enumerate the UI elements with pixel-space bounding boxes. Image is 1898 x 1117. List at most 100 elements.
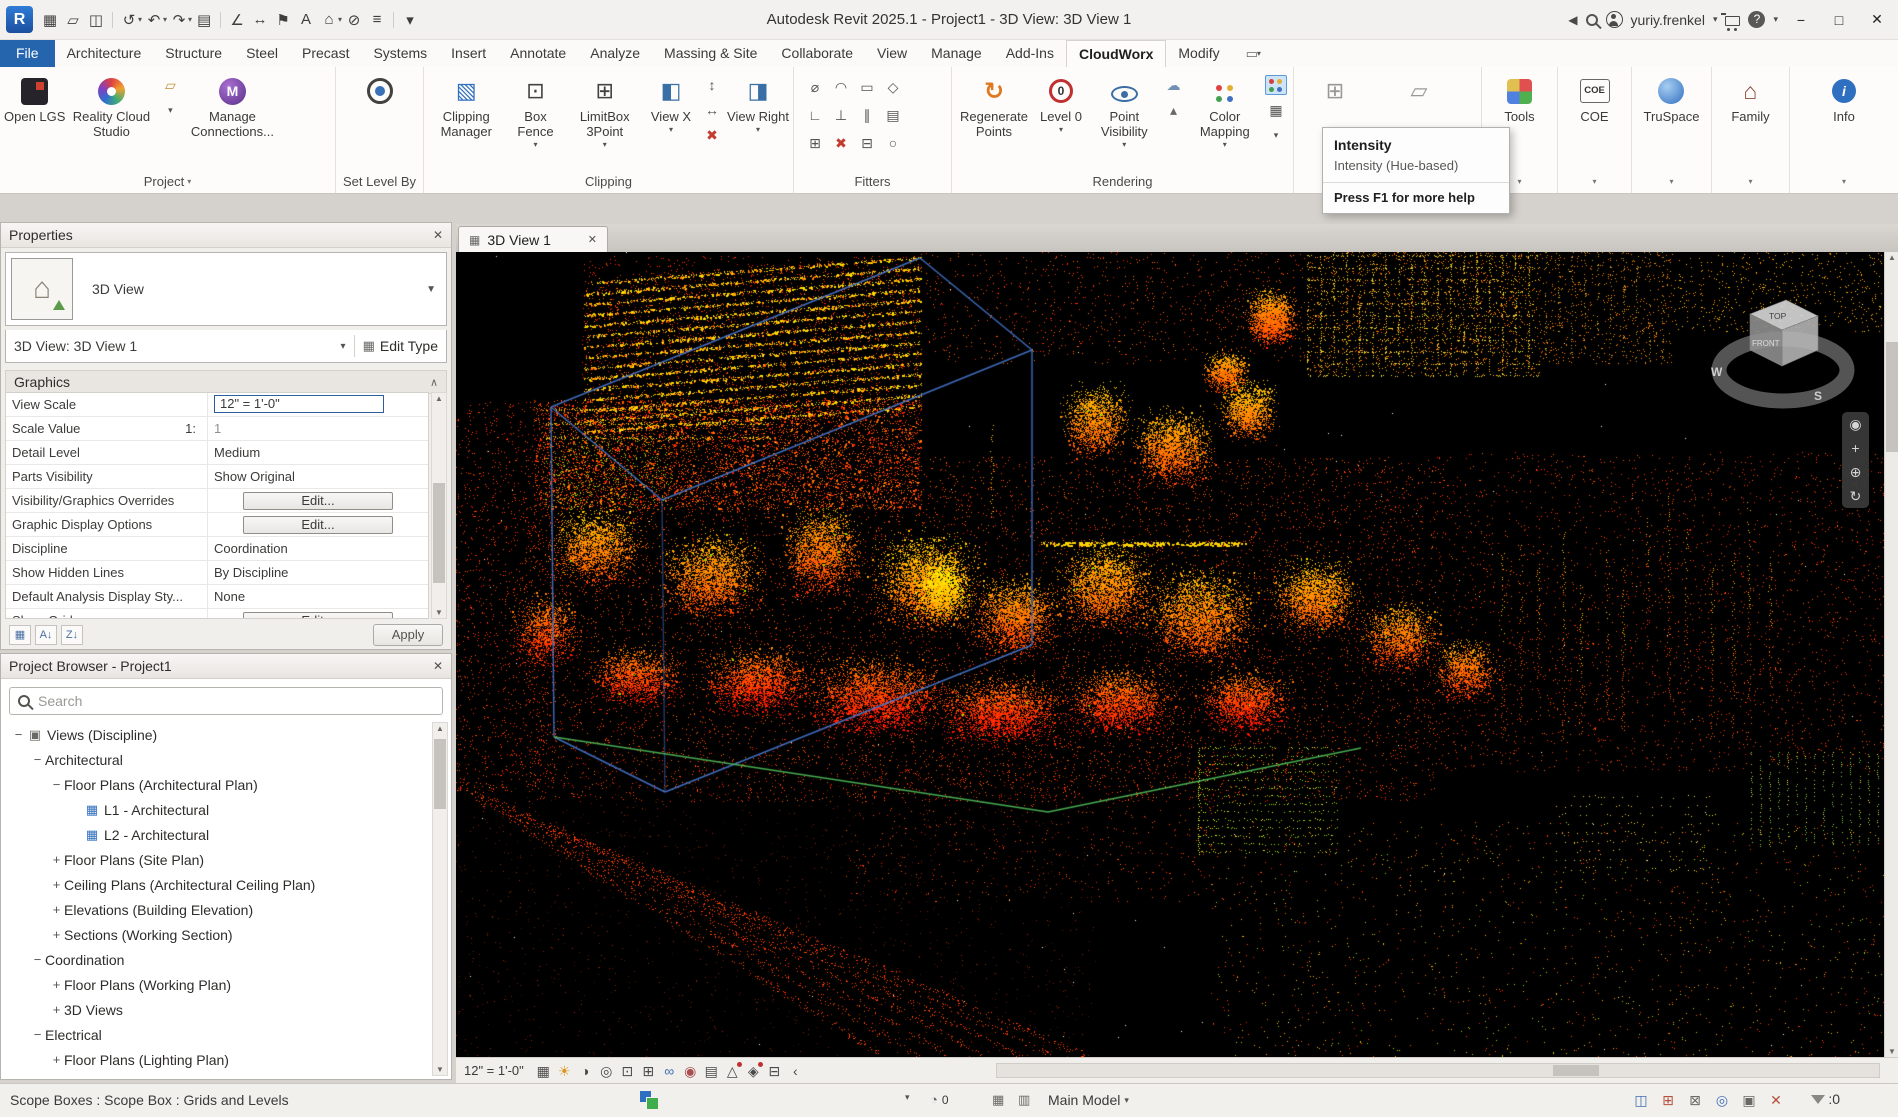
measure-icon[interactable]: ∠ [226, 11, 248, 29]
panel-expander-truspace[interactable]: ▾ [1632, 170, 1711, 192]
redo-icon[interactable]: ↷ [168, 11, 190, 29]
editing-requests-icon[interactable]: ⊞ [1658, 1090, 1678, 1110]
scrollbar-thumb[interactable] [1886, 342, 1898, 452]
edit-button[interactable]: Edit... [243, 612, 393, 619]
main-model-select[interactable]: Main Model ▾ [1048, 1092, 1129, 1108]
help-caret-icon[interactable]: ▾ [1773, 14, 1778, 25]
select-by-face-icon[interactable]: ▣ [1739, 1090, 1759, 1110]
show-crop-region-icon[interactable]: ⊞ [638, 1059, 659, 1083]
tab-manage[interactable]: Manage [919, 40, 994, 67]
worksharing-display-icon[interactable]: ⊟ [764, 1059, 785, 1083]
fit-rhombus-icon[interactable]: ◇ [882, 76, 904, 98]
tree-item[interactable]: +Ceiling Plans (Architectural Ceiling Pl… [3, 872, 431, 897]
fit-corner-icon[interactable]: ∟ [804, 104, 826, 126]
crop-view-icon[interactable]: ⊡ [617, 1059, 638, 1083]
type-selector[interactable]: ⌂ 3D View ▼ [5, 252, 447, 326]
family-button[interactable]: ⌂ Family [1724, 71, 1778, 124]
tab-architecture[interactable]: Architecture [55, 40, 154, 67]
manage-connections-button[interactable]: M Manage Connections... [185, 71, 279, 139]
tab-massing-site[interactable]: Massing & Site [652, 40, 769, 67]
info-button[interactable]: i Info [1817, 71, 1871, 124]
expand-icon[interactable]: + [49, 877, 64, 892]
close-button[interactable]: ✕ [1862, 11, 1892, 28]
mapping-caret-icon[interactable]: ▾ [1265, 125, 1287, 145]
collapse-section-icon[interactable]: ∧ [430, 376, 438, 389]
tree-item[interactable]: −Floor Plans (Architectural Plan) [3, 772, 431, 797]
instance-selector[interactable]: 3D View: 3D View 1 ▾ ▦ Edit Type [5, 330, 447, 363]
expand-viewbar-icon[interactable]: ‹ [785, 1059, 806, 1083]
tree-item[interactable]: +Sections (Working Section) [3, 922, 431, 947]
expand-icon[interactable]: + [49, 852, 64, 867]
properties-scrollbar[interactable]: ▲ ▼ [431, 392, 447, 619]
point-visibility-button[interactable]: Point Visibility ▾ [1090, 71, 1159, 149]
tree-item[interactable]: −Coordination [3, 947, 431, 972]
view-x-button[interactable]: ◧ View X ▾ [645, 71, 697, 134]
panel-expander-family[interactable]: ▾ [1712, 170, 1789, 192]
apply-button[interactable]: Apply [373, 624, 443, 646]
properties-filter-icon[interactable]: ▦ [9, 625, 31, 645]
tree-item[interactable]: +Elevations (Building Elevation) [3, 897, 431, 922]
constraints-icon[interactable]: ◈ [743, 1059, 764, 1083]
tab-annotate[interactable]: Annotate [498, 40, 578, 67]
tab-cloudworx[interactable]: CloudWorx [1066, 40, 1166, 67]
zoom-icon[interactable]: ⊕ [1850, 465, 1862, 479]
close-view-icon[interactable]: ✕ [588, 233, 597, 246]
tree-item[interactable]: −▣Views (Discipline) [3, 722, 431, 747]
tree-item[interactable]: ▦L1 - Architectural [3, 797, 431, 822]
fit-box-icon[interactable]: ⊟ [856, 132, 878, 154]
orbit-icon[interactable]: ↻ [1850, 489, 1862, 503]
pan-icon[interactable]: + [1851, 441, 1859, 455]
viewcube-cube[interactable]: TOP FRONT [1750, 300, 1818, 366]
view-scale-input[interactable]: 12" = 1'-0" [214, 395, 384, 413]
tab-file[interactable]: File [0, 40, 55, 67]
scrollbar-thumb[interactable] [434, 739, 446, 809]
tree-item[interactable]: +3D Views [3, 997, 431, 1022]
aligned-dimension-icon[interactable]: ↔ [249, 11, 271, 28]
scrollbar-thumb[interactable] [433, 483, 445, 583]
chevron-down-icon[interactable]: ▾ [138, 15, 142, 24]
color-mapping-button[interactable]: Color Mapping ▾ [1189, 71, 1261, 149]
revit-application-menu[interactable]: R [6, 6, 33, 33]
panel-label-project[interactable]: Project ▾ [0, 170, 335, 192]
viewport-vertical-scrollbar[interactable]: ▲ ▼ [1884, 252, 1898, 1057]
tree-item[interactable]: +Floor Plans (Site Plan) [3, 847, 431, 872]
limitbox-3point-button[interactable]: ⊞ LimitBox 3Point ▾ [567, 71, 644, 149]
tab-modify[interactable]: Modify [1166, 40, 1231, 67]
panel-expander-coe[interactable]: ▾ [1558, 170, 1631, 192]
fit-patch-icon[interactable]: ▤ [882, 104, 904, 126]
view-scale-button[interactable]: 12" = 1'-0" [464, 1063, 524, 1078]
set-level-by-button[interactable] [353, 71, 407, 109]
truspace-button[interactable]: TruSpace [1644, 71, 1700, 124]
store-cart-icon[interactable] [1725, 16, 1740, 26]
fit-delete-icon[interactable]: ✖ [830, 132, 852, 154]
property-value[interactable]: Medium [208, 441, 428, 464]
viewcube-top-face-label[interactable]: TOP [1769, 311, 1787, 321]
box-fence-button[interactable]: ⊡ Box Fence ▾ [507, 71, 565, 149]
tab-view[interactable]: View [865, 40, 919, 67]
snap-to-points-icon[interactable]: ▴ [1163, 100, 1185, 120]
chevron-down-icon[interactable]: ▾ [341, 341, 346, 352]
worksets-icon[interactable] [640, 1091, 658, 1109]
viewcube[interactable]: W S TOP FRONT [1708, 288, 1858, 418]
sync-with-central-icon[interactable]: ↺ [118, 11, 140, 29]
design-options-icon-2[interactable]: ▥ [1018, 1092, 1030, 1108]
temporary-view-properties-icon[interactable]: ▤ [701, 1059, 722, 1083]
panel-expander-info[interactable]: ▾ [1790, 170, 1898, 192]
select-links-icon[interactable]: ⊠ [1685, 1090, 1705, 1110]
scroll-up-icon[interactable]: ▲ [432, 394, 446, 403]
text-icon[interactable]: A [295, 11, 317, 28]
expand-icon[interactable]: + [49, 902, 64, 917]
collapse-icon[interactable]: − [30, 752, 45, 767]
expand-icon[interactable]: + [49, 977, 64, 992]
rgb-mapping-icon[interactable]: ▦ [1265, 100, 1287, 120]
fit-arc-icon[interactable]: ◠ [830, 76, 852, 98]
compass-south-label[interactable]: S [1814, 389, 1822, 403]
avatar[interactable] [1606, 11, 1623, 28]
sort-descending-icon[interactable]: Z↓ [61, 625, 83, 645]
clipping-manager-button[interactable]: ▧ Clipping Manager [428, 71, 505, 139]
customize-qat-icon[interactable]: ▾ [399, 11, 421, 29]
drag-on-selection-icon[interactable]: ✕ [1766, 1090, 1786, 1110]
tab-analyze[interactable]: Analyze [578, 40, 652, 67]
viewport-horizontal-scrollbar[interactable] [996, 1063, 1880, 1078]
worksharing-status-icon[interactable]: ◫ [1631, 1090, 1651, 1110]
